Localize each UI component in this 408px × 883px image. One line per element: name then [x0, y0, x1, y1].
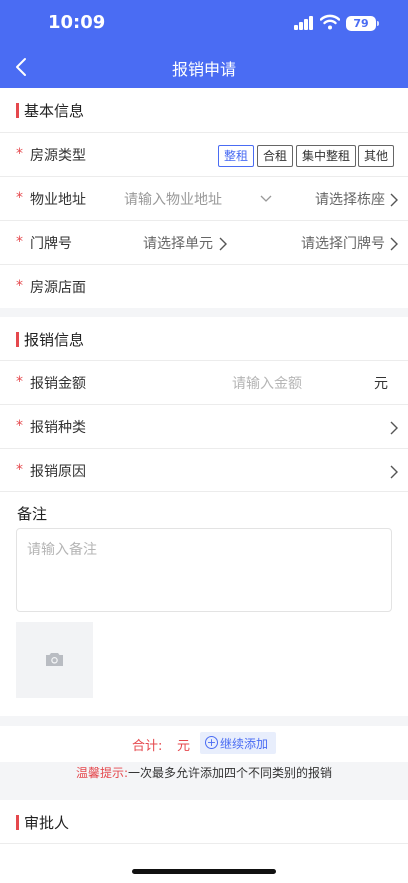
section-reimbursement-info: 报销信息	[0, 317, 408, 361]
remark-label: 备注	[17, 505, 48, 523]
section-approver: 审批人	[0, 800, 408, 844]
status-time: 10:09	[48, 12, 106, 33]
section-marker	[16, 332, 19, 347]
house-type-label: 房源类型	[30, 148, 86, 164]
chevron-right-icon	[219, 237, 227, 251]
home-indicator[interactable]	[132, 869, 276, 874]
address-label: 物业地址	[30, 192, 86, 208]
chevron-right-icon	[390, 237, 398, 251]
reason-row[interactable]: * 报销原因	[0, 448, 408, 492]
continue-add-label: 继续添加	[220, 737, 269, 751]
chevron-right-icon	[390, 193, 398, 207]
chevron-right-icon	[390, 421, 398, 435]
door-number-label: 门牌号	[30, 236, 72, 252]
house-type-option-centralized[interactable]: 集中整租	[296, 145, 357, 167]
house-type-option-shared[interactable]: 合租	[257, 145, 294, 167]
category-row[interactable]: * 报销种类	[0, 404, 408, 448]
chevron-down-icon[interactable]	[260, 195, 272, 203]
battery-icon: 79	[346, 16, 376, 31]
door-number-select[interactable]: 请选择门牌号	[301, 233, 385, 253]
amount-input[interactable]: 请输入金额	[232, 373, 302, 393]
section-basic-info: 基本信息	[0, 88, 408, 132]
tip-body: 一次最多允许添加四个不同类别的报销	[128, 766, 333, 780]
address-input[interactable]: 请输入物业地址	[124, 189, 222, 209]
required-mark: *	[16, 374, 23, 390]
section-title: 审批人	[24, 814, 70, 832]
section-divider	[0, 308, 408, 317]
required-mark: *	[16, 418, 23, 434]
camera-icon	[46, 653, 63, 666]
tip-prefix: 温馨提示:	[75, 766, 129, 780]
required-mark: *	[16, 462, 23, 478]
section-marker	[16, 815, 19, 830]
remark-input[interactable]	[16, 528, 392, 612]
reason-label: 报销原因	[30, 464, 86, 480]
amount-row: * 报销金额 请输入金额 元	[0, 360, 408, 404]
required-mark: *	[16, 234, 23, 250]
photo-upload[interactable]	[16, 622, 93, 698]
door-number-row: * 门牌号 请选择单元 请选择门牌号	[0, 220, 408, 264]
total-label: 合计:	[132, 739, 163, 754]
tip-text: 温馨提示:一次最多允许添加四个不同类别的报销	[0, 764, 408, 781]
amount-unit: 元	[374, 376, 388, 392]
amount-label: 报销金额	[30, 376, 86, 392]
section-marker	[16, 103, 19, 118]
store-label: 房源店面	[30, 280, 86, 296]
store-row[interactable]: * 房源店面	[0, 264, 408, 308]
tip-row: 温馨提示:一次最多允许添加四个不同类别的报销	[0, 762, 408, 800]
section-divider	[0, 716, 408, 726]
total-row: 合计: 元 + 继续添加	[0, 726, 408, 762]
house-type-option-other[interactable]: 其他	[358, 145, 395, 167]
section-title: 基本信息	[24, 102, 85, 120]
chevron-right-icon	[390, 465, 398, 479]
building-select[interactable]: 请选择栋座	[315, 189, 385, 209]
wifi-icon	[320, 14, 340, 30]
plus-circle-icon: +	[205, 736, 218, 749]
category-label: 报销种类	[30, 420, 86, 436]
required-mark: *	[16, 278, 23, 294]
unit-select[interactable]: 请选择单元	[143, 233, 213, 253]
continue-add-button[interactable]: + 继续添加	[200, 732, 276, 754]
house-type-row: * 房源类型 整租 合租 集中整租 其他	[0, 132, 408, 176]
status-bar: 10:09 79	[0, 0, 408, 46]
section-title: 报销信息	[24, 331, 85, 349]
total-unit: 元	[177, 739, 191, 754]
address-row: * 物业地址 请输入物业地址 请选择栋座	[0, 176, 408, 220]
battery-tip	[377, 21, 379, 26]
required-mark: *	[16, 146, 23, 162]
required-mark: *	[16, 190, 23, 206]
signal-icon	[294, 16, 314, 30]
house-type-option-whole[interactable]: 整租	[218, 145, 255, 167]
page-title: 报销申请	[171, 60, 236, 79]
nav-bar: 报销申请	[0, 46, 408, 88]
